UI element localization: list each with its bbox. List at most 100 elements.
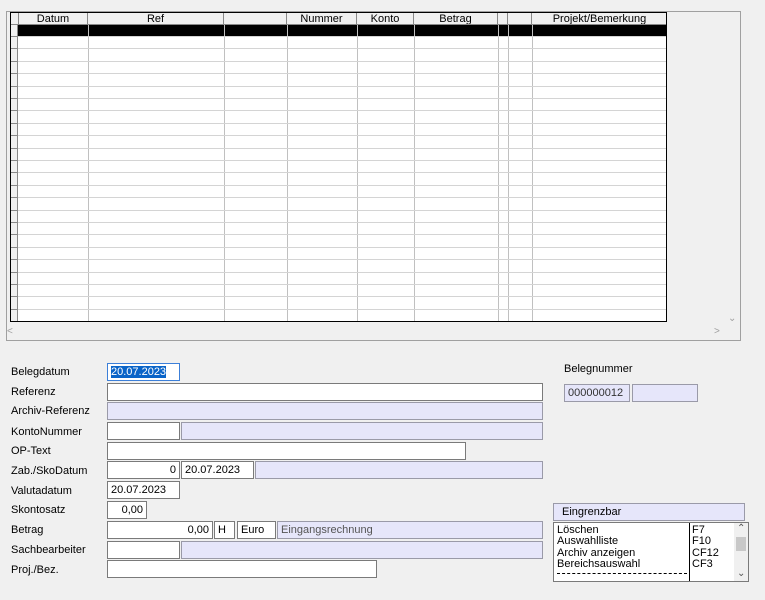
grid-row-line (18, 309, 666, 310)
valutadatum-label: Valutadatum (11, 485, 72, 497)
scroll-down-icon[interactable]: ⌄ (728, 314, 736, 324)
grid-row-line (18, 222, 666, 223)
grid-row-line (18, 272, 666, 273)
belegnummer-label: Belegnummer (564, 363, 633, 375)
grid-row-line (18, 247, 666, 248)
valutadatum-input[interactable]: 20.07.2023 (107, 481, 180, 499)
shortcut-item-bereichsauswahl[interactable]: Bereichsauswahl (557, 559, 640, 570)
zab-days-input[interactable]: 0 (107, 461, 180, 479)
soll-haben-input[interactable]: H (214, 521, 235, 539)
op-text-label: OP-Text (11, 445, 51, 457)
zab-sko-info-field (255, 461, 543, 479)
belegdatum-label: Belegdatum (11, 366, 70, 378)
referenz-label: Referenz (11, 386, 56, 398)
row-header-mark (11, 98, 18, 99)
shortcut-item-auswahlliste[interactable]: Auswahlliste (557, 536, 618, 547)
row-header-mark (11, 284, 18, 285)
row-header-mark (11, 222, 18, 223)
scroll-left-icon[interactable]: < (7, 327, 13, 337)
sachbearbeiter-input[interactable] (107, 541, 180, 559)
grid-row-line (18, 197, 666, 198)
grid-row-line (18, 61, 666, 62)
grid-row-line (18, 259, 666, 260)
scroll-down-icon[interactable]: ⌄ (737, 569, 745, 579)
grid-row-line (18, 98, 666, 99)
grid-row-line (18, 36, 666, 37)
archiv-referenz-label: Archiv-Referenz (11, 405, 90, 417)
shortcut-column-divider (689, 523, 690, 581)
grid-row-line (18, 48, 666, 49)
column-header-datum[interactable]: Datum (19, 13, 88, 25)
row-header-mark (11, 172, 18, 173)
row-header-mark (11, 48, 18, 49)
row-header-mark (11, 185, 18, 186)
row-header-mark (11, 272, 18, 273)
grid-row-line (18, 123, 666, 124)
grid-column-line (414, 25, 415, 321)
shortcut-key-bereichsauswahl: CF3 (692, 558, 713, 570)
column-header-narrow-1[interactable] (498, 13, 508, 25)
grid-column-line (357, 25, 358, 321)
row-header-mark (11, 296, 18, 297)
horizontal-scrollbar[interactable]: < > (7, 325, 735, 339)
grid-column-line (508, 25, 509, 321)
scroll-right-icon[interactable]: > (714, 327, 720, 337)
row-header-column (11, 13, 18, 321)
column-header-betrag[interactable]: Betrag (414, 13, 498, 25)
vertical-scrollbar[interactable]: ⌄ (725, 14, 739, 325)
sachbearbeiter-label: Sachbearbeiter (11, 544, 86, 556)
belegart-field: Eingangsrechnung (277, 521, 543, 539)
row-header-mark (11, 321, 18, 322)
grid-row-line (18, 284, 666, 285)
zab-sko-label: Zab./SkoDatum (11, 465, 88, 477)
shortcut-key-auswahlliste: F10 (692, 535, 711, 547)
grid-column-line (287, 25, 288, 321)
column-header-blank[interactable] (224, 13, 287, 25)
grid-row-line (18, 148, 666, 149)
grid-row-line (18, 210, 666, 211)
row-header-mark (11, 197, 18, 198)
belegnummer-suffix-field (632, 384, 698, 402)
row-header-mark (11, 61, 18, 62)
belegnummer-field: 000000012 (564, 384, 630, 402)
grid-row-line (18, 234, 666, 235)
belegdatum-value: 20.07.2023 (111, 366, 167, 378)
shortcut-list[interactable]: Löschen F7 Auswahlliste F10 Archiv anzei… (553, 522, 749, 582)
column-header-narrow-2[interactable] (508, 13, 532, 25)
row-header-mark (11, 148, 18, 149)
grid-corner[interactable] (11, 13, 19, 25)
op-text-input[interactable] (107, 442, 466, 460)
row-header-mark (11, 247, 18, 248)
column-header-konto[interactable]: Konto (357, 13, 414, 25)
kontonummer-input[interactable] (107, 422, 180, 440)
referenz-input[interactable] (107, 383, 543, 401)
grid-column-line (88, 25, 89, 321)
row-header-mark (11, 110, 18, 111)
grid-row-line (18, 110, 666, 111)
grid-column-line (532, 25, 533, 321)
selected-row[interactable] (18, 25, 666, 36)
column-header-ref[interactable]: Ref (88, 13, 224, 25)
grid-row-line (18, 185, 666, 186)
proj-bez-input[interactable] (107, 560, 377, 578)
sko-date-input[interactable]: 20.07.2023 (181, 461, 254, 479)
kontonummer-label: KontoNummer (11, 426, 82, 438)
grid-column-line (224, 25, 225, 321)
scroll-up-icon[interactable]: ⌃ (737, 524, 745, 534)
currency-input[interactable]: Euro (237, 521, 276, 539)
column-header-nummer[interactable]: Nummer (287, 13, 357, 25)
skontosatz-input[interactable]: 0,00 (107, 501, 147, 519)
grid-row-line (18, 160, 666, 161)
betrag-input[interactable]: 0,00 (107, 521, 213, 539)
row-header-mark (11, 210, 18, 211)
records-grid[interactable]: Datum Ref Nummer Konto Betrag Projekt/Be… (10, 12, 667, 322)
column-header-projekt-bemerkung[interactable]: Projekt/Bemerkung (532, 13, 666, 25)
shortcut-list-scrollbar[interactable]: ⌃ ⌄ (734, 523, 748, 581)
row-header-mark (11, 36, 18, 37)
grid-row-line (18, 321, 667, 322)
row-header-mark (11, 135, 18, 136)
scroll-thumb[interactable] (736, 537, 746, 551)
shortcut-separator (557, 573, 687, 574)
row-header-mark (11, 73, 18, 74)
belegdatum-input[interactable]: 20.07.2023 (107, 363, 180, 381)
